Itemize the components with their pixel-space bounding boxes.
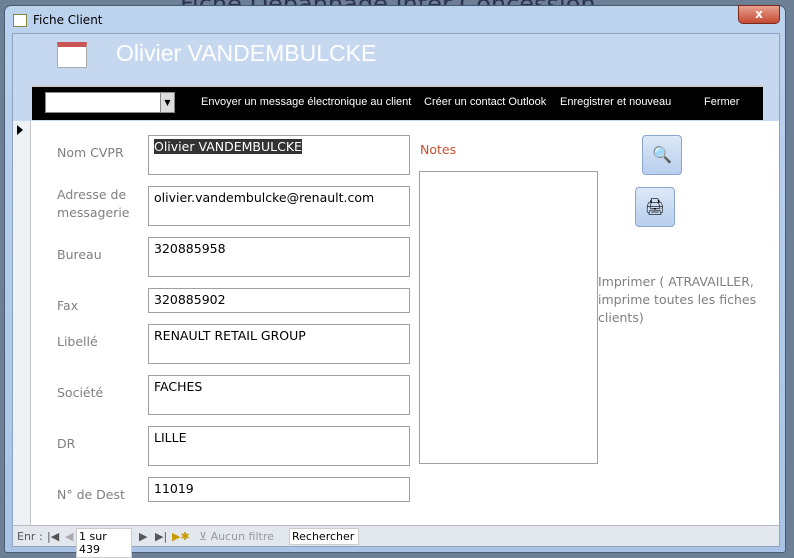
label-dr: DR (57, 436, 76, 451)
form-header-icon (57, 42, 87, 68)
next-record-icon[interactable]: ▶ (139, 530, 147, 543)
label-n-dest: N° de Dest (57, 487, 125, 502)
close-button[interactable]: x (738, 5, 780, 24)
label-bureau: Bureau (57, 247, 102, 262)
record-selector[interactable] (13, 121, 31, 525)
label-email: Adresse de messagerie (57, 187, 130, 220)
notes-field[interactable] (419, 171, 598, 464)
current-record-input[interactable]: 1 sur 439 (76, 528, 132, 558)
save-and-new-button[interactable]: Enregistrer et nouveau (560, 96, 671, 108)
toolbar: ▼ Envoyer un message électronique au cli… (32, 85, 763, 120)
send-email-button[interactable]: Envoyer un message électronique au clien… (201, 96, 411, 108)
print-preview-button[interactable]: 🔍 (642, 135, 682, 175)
header-title: Olivier VANDEMBULCKE (116, 40, 377, 66)
filter-button[interactable]: ⊻ Aucun filtre (199, 530, 274, 543)
form-icon (13, 14, 27, 27)
create-outlook-contact-button[interactable]: Créer un contact Outlook (424, 96, 546, 108)
nav-label: Enr : (17, 530, 43, 543)
last-record-icon[interactable]: ▶| (155, 530, 167, 543)
search-input[interactable]: Rechercher (289, 528, 359, 545)
societe-field[interactable]: FACHES (148, 375, 410, 415)
notes-label: Notes (420, 142, 457, 157)
bureau-field[interactable]: 320885958 (148, 237, 410, 277)
email-field[interactable]: olivier.vandembulcke@renault.com (148, 186, 410, 226)
chevron-down-icon[interactable]: ▼ (160, 93, 174, 112)
label-fax: Fax (57, 298, 79, 313)
detail-section: Nom CVPR Olivier VANDEMBULCKE Adresse de… (13, 121, 779, 525)
label-nom-cvpr: Nom CVPR (57, 145, 124, 160)
close-form-button[interactable]: Fermer (704, 96, 739, 108)
window-title: Fiche Client (33, 13, 103, 27)
label-libelle: Libellé (57, 334, 98, 349)
libelle-field[interactable]: RENAULT RETAIL GROUP (148, 324, 410, 364)
previous-record-icon[interactable]: ◀ (65, 530, 73, 543)
first-record-icon[interactable]: |◀ (47, 530, 59, 543)
print-note: Imprimer ( ATRAVAILLER, imprime toutes l… (598, 274, 757, 325)
n-dest-field[interactable]: 11019 (148, 477, 410, 502)
nom-cvpr-field[interactable]: Olivier VANDEMBULCKE (148, 135, 410, 175)
printer-icon: 🖨 (644, 197, 666, 216)
label-societe: Société (57, 385, 104, 400)
current-record-arrow-icon (17, 125, 23, 135)
filter-icon: ⊻ (199, 530, 211, 543)
goto-combo[interactable]: ▼ (45, 92, 175, 113)
print-preview-icon: 🔍 (652, 145, 672, 164)
new-record-icon[interactable]: ▶✱ (172, 530, 190, 543)
fax-field[interactable]: 320885902 (148, 288, 410, 313)
dr-field[interactable]: LILLE (148, 426, 410, 466)
print-button[interactable]: 🖨 (635, 187, 675, 227)
fiche-client-window: Fiche Client x Olivier VANDEMBULCKE ▼ En… (4, 5, 786, 558)
form-body: Olivier VANDEMBULCKE ▼ Envoyer un messag… (12, 33, 780, 558)
record-navigation: Enr : |◀ ◀ 1 sur 439 ▶ ▶| ▶✱ ⊻ Aucun fil… (13, 525, 779, 558)
